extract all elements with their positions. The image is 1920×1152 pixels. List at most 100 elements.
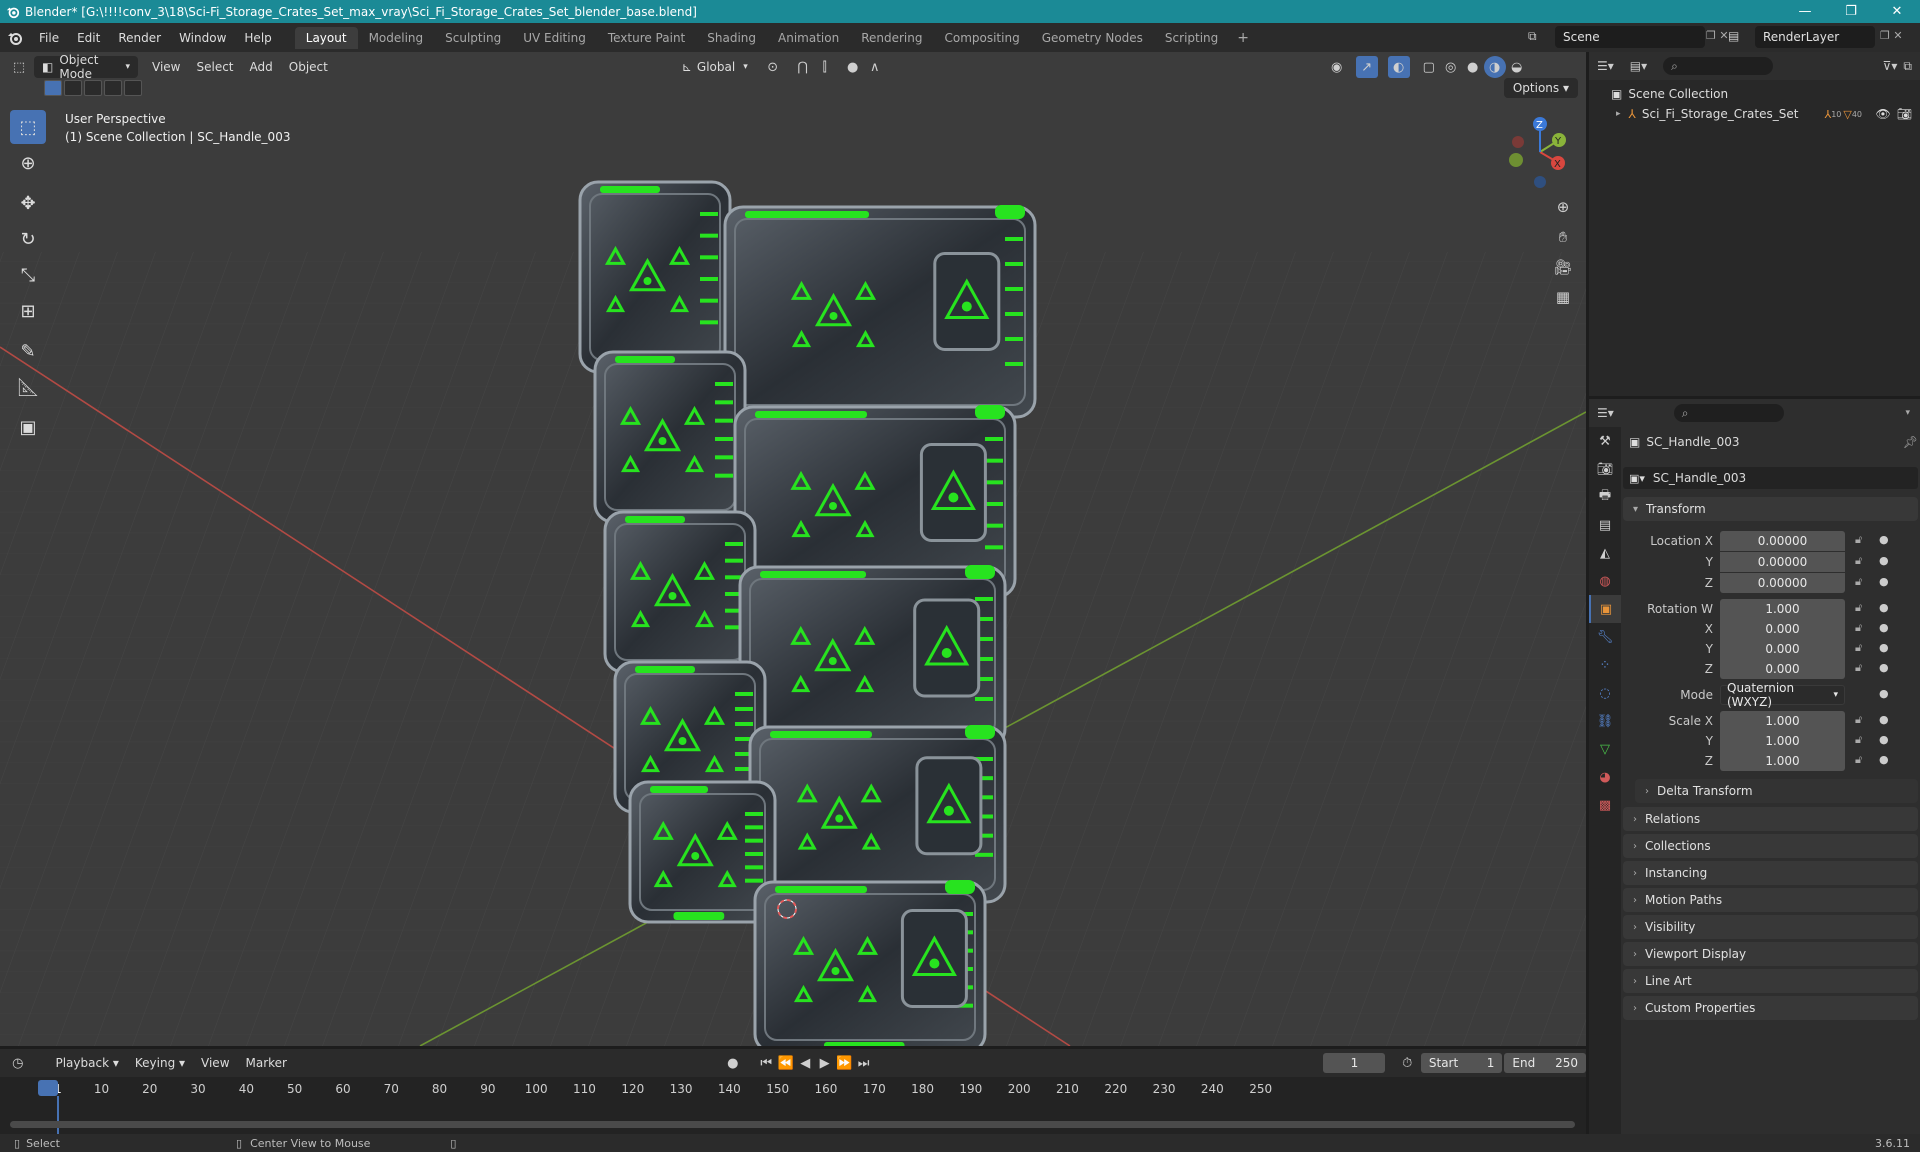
menu-select[interactable]: Select <box>188 56 241 78</box>
instancing-panel-header[interactable]: › Instancing <box>1623 861 1918 885</box>
menu-edit[interactable]: Edit <box>68 31 109 45</box>
add-workspace-button[interactable]: + <box>1229 30 1257 46</box>
location-y-field[interactable]: 0.00000 <box>1720 552 1845 572</box>
rotation-x-field[interactable]: 0.000 <box>1720 619 1845 639</box>
pan-hand-icon[interactable]: ✋︎ <box>1548 222 1578 252</box>
lock-icon[interactable]: 🔓︎ <box>1855 575 1862 589</box>
keyframe-dot-icon[interactable]: ● <box>1879 601 1889 614</box>
next-keyframe-icon[interactable]: ⏩ <box>834 1052 853 1074</box>
transform-orientation-selector[interactable]: ⊾ Global ▾ <box>674 56 756 78</box>
snap-target-icon[interactable]: ⫿ <box>814 56 836 78</box>
keyframe-dot-icon[interactable]: ● <box>1879 713 1889 726</box>
particles-tab-icon[interactable]: ⁘ <box>1589 651 1621 679</box>
collections-panel-header[interactable]: › Collections <box>1623 834 1918 858</box>
new-scene-icon[interactable]: ❐ ✕ <box>1706 29 1729 42</box>
lock-icon[interactable]: 🔓︎ <box>1855 753 1862 767</box>
material-tab-icon[interactable]: ◕ <box>1589 763 1621 791</box>
jump-end-icon[interactable]: ⏭ <box>854 1052 873 1074</box>
select-intersect-icon[interactable] <box>124 80 142 96</box>
prev-keyframe-icon[interactable]: ⏪ <box>776 1052 795 1074</box>
transform-tool-icon[interactable]: ⊞ <box>10 294 46 328</box>
falloff-icon[interactable]: ∧ <box>864 56 886 78</box>
select-new-icon[interactable] <box>44 80 62 96</box>
proportional-edit-icon[interactable]: ● <box>842 56 864 78</box>
relations-panel-header[interactable]: › Relations <box>1623 807 1918 831</box>
view-layer-icon[interactable]: ▤ <box>1728 29 1739 43</box>
minimize-button[interactable]: — <box>1782 0 1828 23</box>
menu-marker[interactable]: Marker <box>238 1052 295 1074</box>
tab-animation[interactable]: Animation <box>767 27 850 49</box>
rotate-tool-icon[interactable]: ↻ <box>10 222 46 256</box>
new-view-layer-icon[interactable]: ❐ ✕ <box>1880 29 1903 42</box>
select-extend-icon[interactable] <box>64 80 82 96</box>
tab-rendering[interactable]: Rendering <box>850 27 933 49</box>
tab-modeling[interactable]: Modeling <box>358 27 435 49</box>
scale-y-field[interactable]: 1.000 <box>1720 731 1845 751</box>
add-cube-tool-icon[interactable]: ▣ <box>10 410 46 444</box>
menu-file[interactable]: File <box>30 31 68 45</box>
timeline-editor-icon[interactable]: ◷ <box>8 1052 27 1074</box>
lock-icon[interactable]: 🔓︎ <box>1855 661 1862 675</box>
snap-icon[interactable]: ⋂ <box>792 56 814 78</box>
chevron-down-icon[interactable]: ▾ <box>1905 408 1910 418</box>
keyframe-dot-icon[interactable]: ● <box>1879 641 1889 654</box>
keyframe-dot-icon[interactable]: ● <box>1879 621 1889 634</box>
measure-tool-icon[interactable]: 📐︎ <box>10 370 46 404</box>
play-icon[interactable]: ▶ <box>815 1052 834 1074</box>
menu-add[interactable]: Add <box>242 56 281 78</box>
overlay-toggle-icon[interactable]: ◐ <box>1387 56 1410 78</box>
annotate-tool-icon[interactable]: ✎ <box>10 334 46 368</box>
expand-arrow-icon[interactable]: ▸ <box>1616 109 1621 119</box>
lock-icon[interactable]: 🔓︎ <box>1855 713 1862 727</box>
scene-tab-icon[interactable]: ◭ <box>1589 539 1621 567</box>
properties-search-input[interactable]: ⌕ <box>1673 404 1784 422</box>
render-layer-selector[interactable]: RenderLayer <box>1755 26 1875 48</box>
scale-z-field[interactable]: 1.000 <box>1720 751 1845 771</box>
start-frame-field[interactable]: Start 1 <box>1420 1053 1503 1073</box>
play-reverse-icon[interactable]: ◀ <box>795 1052 814 1074</box>
lock-icon[interactable]: 🔓︎ <box>1855 601 1862 615</box>
outliner-editor-icon[interactable]: ☰▾ <box>1597 59 1614 73</box>
texture-tab-icon[interactable]: ▩ <box>1589 791 1621 819</box>
modifier-tab-icon[interactable]: 🔧︎ <box>1589 623 1621 651</box>
eye-visibility-icon[interactable]: 👁︎ <box>1876 107 1891 121</box>
options-button[interactable]: Options ▾ <box>1503 78 1578 98</box>
material-shading-icon[interactable]: ◑ <box>1483 56 1506 78</box>
lock-icon[interactable]: 🔓︎ <box>1855 554 1862 568</box>
tab-layout[interactable]: Layout <box>294 26 358 49</box>
xray-icon[interactable]: ▢ <box>1418 56 1440 78</box>
scene-icon[interactable]: ⧉ <box>1528 29 1537 44</box>
viewport-display-panel-header[interactable]: › Viewport Display <box>1623 942 1918 966</box>
keyframe-dot-icon[interactable]: ● <box>1879 533 1889 546</box>
keyframe-dot-icon[interactable]: ● <box>1879 575 1889 588</box>
new-collection-icon[interactable]: ⧉ <box>1903 59 1912 74</box>
ortho-grid-icon[interactable]: ▦ <box>1548 282 1578 312</box>
navigation-gizmo[interactable]: Y X Z <box>1500 112 1580 192</box>
wireframe-shading-icon[interactable]: ◎ <box>1440 56 1462 78</box>
object-data-tab-icon[interactable]: ▽ <box>1589 735 1621 763</box>
line-art-panel-header[interactable]: › Line Art <box>1623 969 1918 993</box>
select-invert-icon[interactable] <box>104 80 122 96</box>
physics-tab-icon[interactable]: ◌ <box>1589 679 1621 707</box>
lock-icon[interactable]: 🔓︎ <box>1855 733 1862 747</box>
crate-stack[interactable] <box>578 180 1037 1046</box>
output-tab-icon[interactable]: 🖶︎ <box>1589 483 1621 511</box>
tab-geometry-nodes[interactable]: Geometry Nodes <box>1031 27 1154 49</box>
rotation-z-field[interactable]: 0.000 <box>1720 659 1845 679</box>
tab-texture-paint[interactable]: Texture Paint <box>597 27 696 49</box>
playhead-marker[interactable] <box>38 1080 58 1096</box>
render-tab-icon[interactable]: 📷︎ <box>1589 455 1621 483</box>
rendered-shading-icon[interactable]: ◒ <box>1506 56 1528 78</box>
camera-view-icon[interactable]: 🎥︎ <box>1548 252 1578 282</box>
menu-view[interactable]: View <box>144 56 188 78</box>
display-mode-icon[interactable]: ▤▾ <box>1630 59 1647 73</box>
jump-start-icon[interactable]: ⏮ <box>756 1052 775 1074</box>
tool-tab-icon[interactable]: ⚒ <box>1589 427 1621 455</box>
rotation-y-field[interactable]: 0.000 <box>1720 639 1845 659</box>
record-icon[interactable]: ● <box>723 1052 742 1074</box>
keyframe-dot-icon[interactable]: ● <box>1879 554 1889 567</box>
timeline-ruler[interactable]: 1 10 20 30 40 50 60 70 80 90 100 110 120 130 140 150 160… <box>0 1077 1586 1134</box>
editor-type-icon[interactable]: ⬚ <box>8 56 30 78</box>
custom-properties-panel-header[interactable]: › Custom Properties <box>1623 996 1918 1020</box>
lock-icon[interactable]: 🔓︎ <box>1855 533 1862 547</box>
